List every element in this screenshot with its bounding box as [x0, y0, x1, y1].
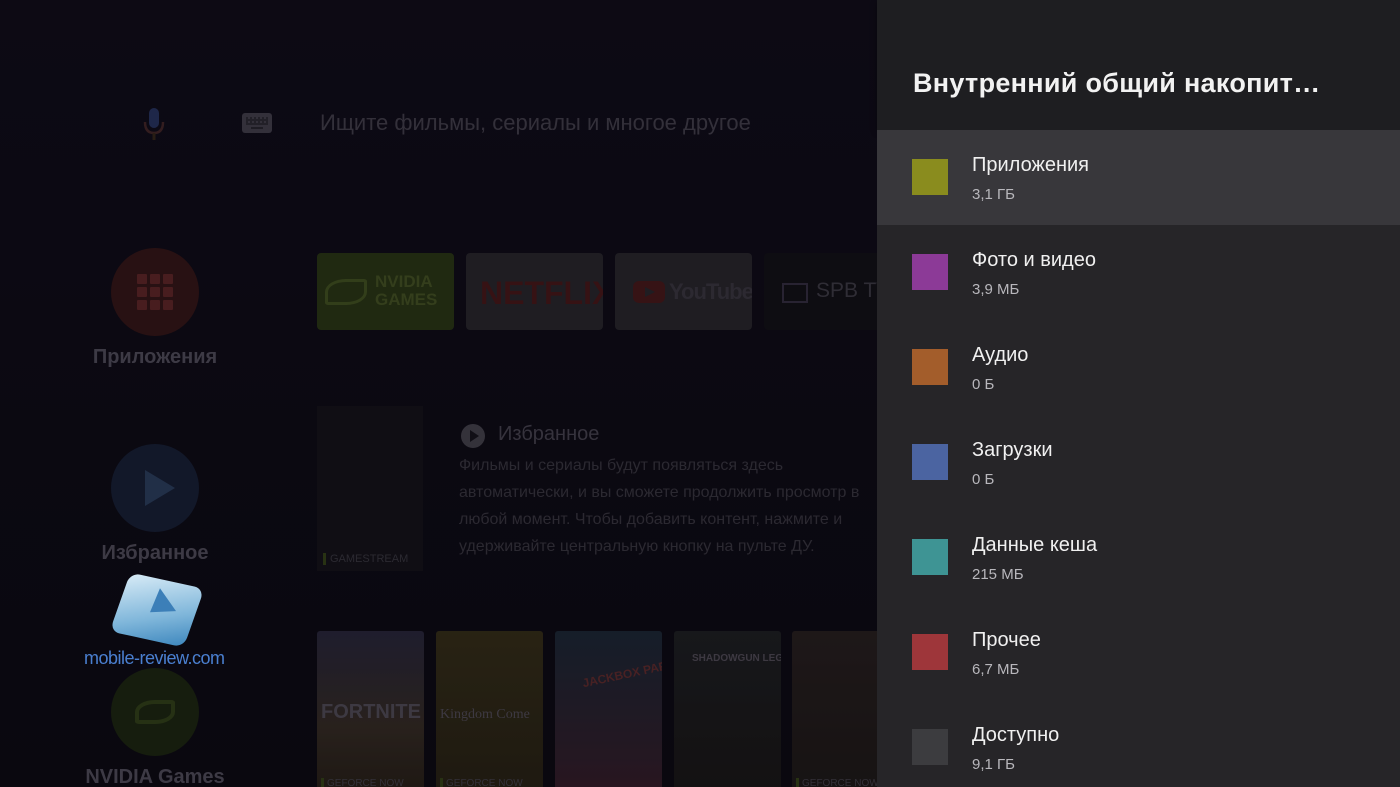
storage-item-downloads[interactable]: Загрузки 0 Б [877, 415, 1400, 510]
storage-item-size: 3,1 ГБ [972, 186, 1015, 203]
game-title: FORTNITE [321, 701, 421, 723]
watermark: mobile-review.com [84, 572, 234, 668]
game-title: Kingdom Come [440, 707, 530, 722]
storage-item-label: Приложения [972, 154, 1090, 176]
favorites-title: Избранное [498, 423, 600, 445]
storage-item-cache[interactable]: Данные кеша 215 МБ [877, 510, 1400, 605]
storage-item-photos-videos[interactable]: Фото и видео 3,9 МБ [877, 225, 1400, 320]
sidebar-item-label: Приложения [92, 346, 218, 368]
panel-header: Внутренний общий накопит… [877, 0, 1400, 130]
watermark-text: mobile-review.com [84, 648, 225, 668]
game-tile[interactable]: SHADOWGUN LEGENDS [674, 631, 781, 787]
color-swatch [912, 254, 948, 290]
storage-item-apps[interactable]: Приложения 3,1 ГБ [877, 130, 1400, 225]
storage-item-size: 215 МБ [972, 566, 1024, 583]
spb-tv-icon [782, 283, 808, 303]
storage-item-label: Аудио [972, 344, 1029, 366]
app-tile-spb-tv[interactable]: SPB TV [764, 253, 877, 330]
storage-item-audio[interactable]: Аудио 0 Б [877, 320, 1400, 415]
sidebar-item-nvidia-games[interactable]: NVIDIA Games [84, 668, 226, 787]
geforce-now-badge: GEFORCE NOW [321, 778, 404, 787]
storage-item-size: 9,1 ГБ [972, 756, 1015, 773]
storage-item-label: Фото и видео [972, 249, 1096, 271]
color-swatch [912, 349, 948, 385]
color-swatch [912, 444, 948, 480]
storage-item-label: Данные кеша [972, 534, 1098, 556]
play-icon [111, 444, 199, 532]
sidebar-item-label: NVIDIA Games [85, 766, 225, 787]
tile-label: GAMESTREAM [323, 553, 408, 565]
home-launcher: Ищите фильмы, сериалы и многое другое Пр… [0, 0, 877, 787]
game-tile[interactable]: Kingdom Come GEFORCE NOW [436, 631, 543, 787]
storage-item-other[interactable]: Прочее 6,7 МБ [877, 605, 1400, 700]
game-title: SHADOWGUN LEGENDS [692, 653, 781, 664]
sidebar-item-apps[interactable]: Приложения [84, 248, 226, 369]
color-swatch [912, 159, 948, 195]
sidebar-item-label: Избранное [101, 542, 209, 564]
storage-item-label: Доступно [972, 724, 1060, 746]
tile-label: GAMES [375, 290, 438, 309]
storage-item-size: 0 Б [972, 471, 995, 488]
tile-label: NVIDIA [375, 272, 433, 291]
youtube-logo: YouTube [669, 279, 752, 304]
color-swatch [912, 634, 948, 670]
panel-title: Внутренний общий накопит… [913, 68, 1321, 98]
storage-item-size: 0 Б [972, 376, 995, 393]
nvidia-logo-icon [325, 279, 367, 305]
storage-item-label: Загрузки [972, 439, 1053, 461]
sidebar-item-favorites[interactable]: Избранное [84, 444, 226, 565]
search-input[interactable]: Ищите фильмы, сериалы и многое другое [320, 110, 751, 136]
color-swatch [912, 729, 948, 765]
gamestream-tile[interactable]: GAMESTREAM [317, 406, 423, 571]
geforce-now-badge: GEFORCE NOW [796, 778, 877, 787]
game-tile[interactable]: FORTNITE GEFORCE NOW [317, 631, 424, 787]
keyboard-icon[interactable] [242, 113, 272, 133]
game-title: JACKBOX PARTY PACK 5 [581, 646, 662, 691]
favorites-description: Фильмы и сериалы будут появляться здесь … [459, 457, 860, 555]
storage-item-size: 6,7 МБ [972, 661, 1020, 678]
color-swatch [912, 539, 948, 575]
spb-tv-logo: SPB TV [816, 279, 877, 302]
nvidia-logo-icon [111, 668, 199, 756]
storage-item-size: 3,9 МБ [972, 281, 1020, 298]
youtube-play-icon [633, 281, 665, 303]
apps-grid-icon [111, 248, 199, 336]
app-tile-netflix[interactable]: NETFLIX [466, 253, 603, 330]
geforce-now-badge: GEFORCE NOW [440, 778, 523, 787]
app-tile-nvidia-games[interactable]: NVIDIA GAMES [317, 253, 454, 330]
netflix-logo: NETFLIX [480, 275, 603, 311]
microphone-icon[interactable] [140, 106, 168, 142]
app-tile-youtube[interactable]: YouTube [615, 253, 752, 330]
game-tile[interactable]: JACKBOX PARTY PACK 5 [555, 631, 662, 787]
storage-item-available[interactable]: Доступно 9,1 ГБ [877, 700, 1400, 787]
game-tile[interactable]: GEFORCE NOW [792, 631, 877, 787]
storage-panel: Внутренний общий накопит… Приложения 3,1… [877, 0, 1400, 787]
play-circle-icon [461, 424, 485, 448]
storage-item-label: Прочее [972, 629, 1041, 651]
